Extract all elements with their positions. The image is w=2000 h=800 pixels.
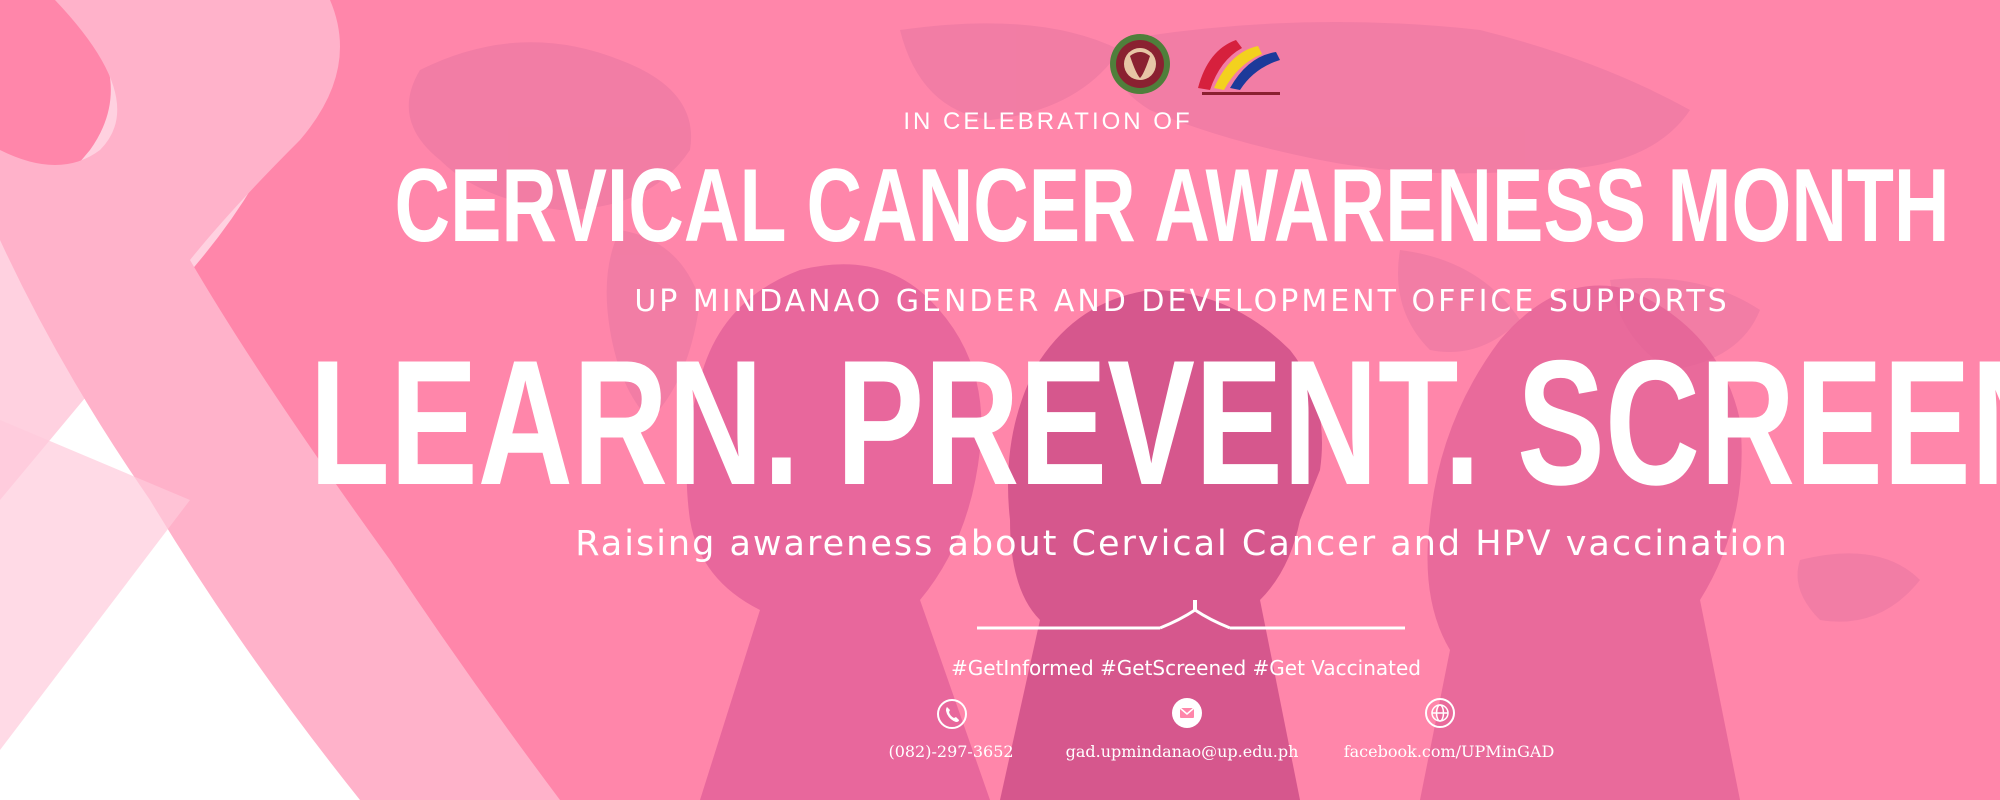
university-seal (1110, 34, 1170, 94)
gender-and-development-logo (1198, 40, 1280, 95)
mail-icon (1172, 698, 1202, 728)
phone-icon (937, 699, 967, 729)
email-address[interactable]: gad.upmindanao@up.edu.ph (1066, 742, 1299, 761)
phone-number[interactable]: (082)-297-3652 (888, 742, 1013, 761)
awareness-banner: IN CELEBRATION OF CERVICAL CANCER AWAREN… (0, 0, 2000, 800)
globe-icon (1425, 698, 1455, 728)
partner-logos (1110, 34, 1280, 95)
facebook-link[interactable]: facebook.com/UPMinGAD (1344, 742, 1555, 761)
